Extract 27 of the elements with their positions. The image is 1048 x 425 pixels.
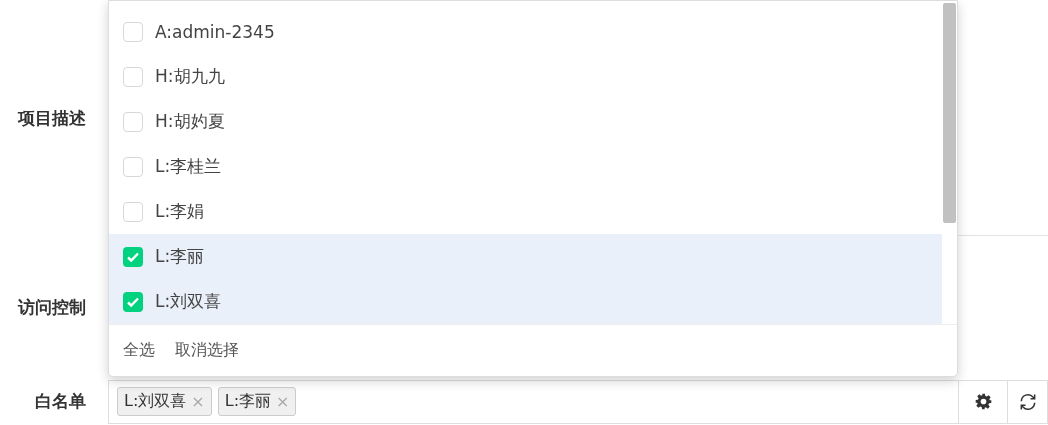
option-label: L:李桂兰: [155, 155, 222, 178]
checkbox[interactable]: [123, 21, 143, 42]
settings-button[interactable]: [959, 379, 1008, 424]
option-label: H:胡九九: [155, 65, 225, 88]
option-label: L:李丽: [155, 245, 205, 268]
action-link[interactable]: 全选: [123, 340, 155, 361]
form-label: 项目描述: [16, 106, 87, 130]
refresh-button[interactable]: [1008, 379, 1048, 424]
whitelist-tag: L:刘双喜 ×: [117, 387, 212, 416]
option-label: L:刘双喜: [155, 290, 222, 313]
option-item[interactable]: L:李丽: [109, 234, 942, 279]
option-label: A:admin-2345: [155, 21, 275, 42]
checkbox[interactable]: [123, 156, 143, 177]
checkbox[interactable]: [123, 111, 143, 132]
action-link[interactable]: 取消选择: [175, 340, 239, 361]
form-label: 访问控制: [16, 295, 87, 319]
checkbox[interactable]: [123, 66, 143, 87]
checkbox[interactable]: [123, 291, 143, 312]
settings-icon: [974, 393, 992, 410]
scrollbar-thumb[interactable]: [943, 3, 956, 223]
form-label: 白名单: [34, 390, 87, 413]
option-label: L:李娟: [155, 200, 205, 223]
checkbox[interactable]: [123, 201, 143, 222]
whitelist-tag: L:李丽 ×: [217, 387, 297, 416]
checkbox[interactable]: [123, 246, 143, 267]
option-label: H:胡妁夏: [155, 110, 225, 133]
option-item[interactable]: L:刘双喜: [109, 279, 942, 324]
